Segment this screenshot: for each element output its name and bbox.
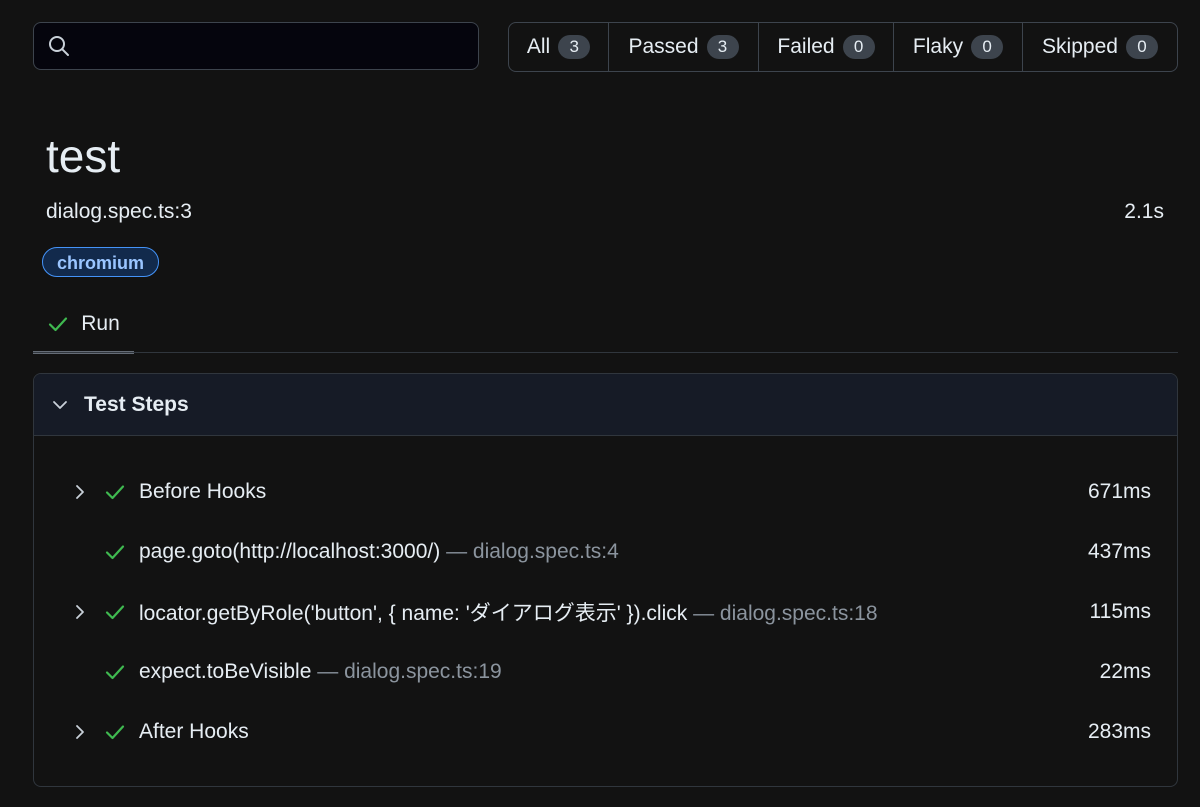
filter-skipped[interactable]: Skipped 0 [1023,23,1177,71]
test-title: test [46,130,121,182]
step-title: locator.getByRole('button', { name: 'ダイア… [139,602,688,625]
step-title: After Hooks [139,720,249,743]
filter-count: 0 [971,35,1004,59]
search-box[interactable] [33,22,479,70]
test-steps-title: Test Steps [84,392,189,416]
filter-failed[interactable]: Failed 0 [759,23,894,71]
step-duration: 115ms [1089,600,1151,623]
step-row[interactable]: locator.getByRole('button', { name: 'ダイア… [34,582,1177,642]
step-title: page.goto(http://localhost:3000/) [139,540,441,563]
check-icon [104,721,126,743]
step-location-link[interactable]: — dialog.spec.ts:18 [693,602,877,625]
chevron-right-icon[interactable] [70,482,90,502]
chevron-right-icon[interactable] [70,602,90,622]
step-duration: 671ms [1087,480,1151,503]
filter-label: Skipped [1042,35,1118,58]
chevron-right-icon[interactable] [70,722,90,742]
test-steps-header[interactable]: Test Steps [34,374,1177,436]
filter-all[interactable]: All 3 [509,23,609,71]
steps-list: Before Hooks 671ms page.goto(http://loca… [34,436,1177,762]
step-row[interactable]: expect.toBeVisible — dialog.spec.ts:19 2… [34,642,1177,702]
step-title: Before Hooks [139,480,267,503]
test-duration: 2.1s [1124,200,1164,223]
step-label: page.goto(http://localhost:3000/) — dial… [139,540,619,564]
check-icon [104,541,126,563]
status-filter-bar: All 3 Passed 3 Failed 0 Flaky 0 Skipped … [508,22,1178,72]
filter-count: 0 [1125,35,1158,59]
test-steps-panel: Test Steps Before Hooks 671ms page.goto(… [33,373,1178,787]
tab-run-label: Run [81,311,120,335]
filter-label: Failed [777,35,835,58]
check-icon [104,481,126,503]
step-location-link[interactable]: — dialog.spec.ts:4 [446,540,619,563]
filter-passed[interactable]: Passed 3 [609,23,759,71]
step-duration: 283ms [1087,720,1151,743]
step-label: expect.toBeVisible — dialog.spec.ts:19 [139,660,502,684]
step-duration: 22ms [1099,660,1151,683]
filter-count: 0 [842,35,875,59]
check-icon [104,601,126,623]
step-label: locator.getByRole('button', { name: 'ダイア… [139,597,878,627]
tab-run[interactable]: Run [33,296,134,354]
search-input[interactable] [71,23,478,69]
filter-count: 3 [706,35,739,59]
search-icon [47,34,71,58]
test-location: dialog.spec.ts:3 [46,200,192,223]
step-title: expect.toBeVisible [139,660,312,683]
filter-count: 3 [558,35,591,59]
tabs-divider [33,352,1178,353]
step-row[interactable]: Before Hooks 671ms [34,462,1177,522]
step-row[interactable]: After Hooks 283ms [34,702,1177,762]
filter-label: Flaky [912,35,964,58]
step-label: Before Hooks [139,480,266,504]
test-report-page: All 3 Passed 3 Failed 0 Flaky 0 Skipped … [0,0,1200,807]
check-icon [104,661,126,683]
step-duration: 437ms [1087,540,1151,563]
step-row[interactable]: page.goto(http://localhost:3000/) — dial… [34,522,1177,582]
project-badge[interactable]: chromium [42,247,160,277]
step-location-link[interactable]: — dialog.spec.ts:19 [317,660,501,683]
filter-label: All [526,35,551,58]
filter-flaky[interactable]: Flaky 0 [894,23,1023,71]
filter-label: Passed [628,35,699,58]
check-icon [47,313,69,335]
chevron-down-icon [50,395,70,415]
step-label: After Hooks [139,720,249,744]
